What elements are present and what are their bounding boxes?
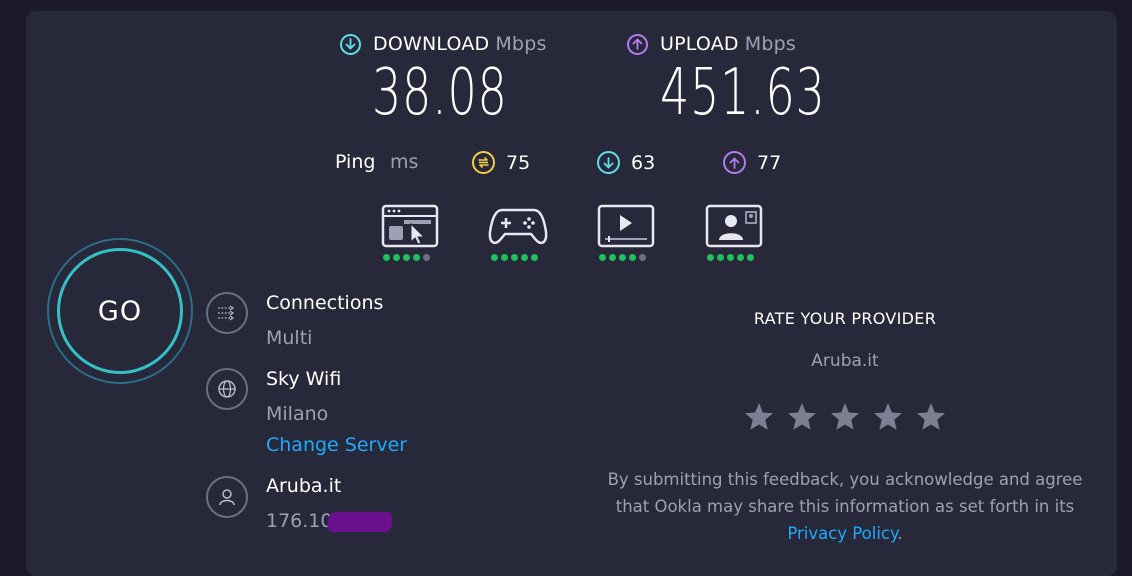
upload-value: 451.63 — [660, 56, 826, 130]
ping-label: Ping — [335, 151, 376, 173]
ping-idle: 75 — [472, 151, 530, 174]
download-value: 38.08 — [372, 56, 508, 130]
rating-dot — [491, 254, 498, 261]
rating-dot — [403, 254, 410, 261]
rating-dot — [737, 254, 744, 261]
ping-unit: ms — [390, 151, 419, 173]
rating-dot — [619, 254, 626, 261]
globe-icon — [206, 368, 248, 410]
rating-dot — [717, 254, 724, 261]
star-icon[interactable] — [743, 401, 775, 433]
rate-title: RATE YOUR PROVIDER — [753, 309, 937, 328]
star-icon[interactable] — [915, 401, 947, 433]
gaming-controller-icon[interactable] — [488, 204, 548, 252]
rating-dot — [413, 254, 420, 261]
rating-dot — [609, 254, 616, 261]
server-name: Sky Wifi — [266, 368, 342, 390]
web-browsing-icon[interactable] — [381, 204, 439, 252]
gaming-rating — [491, 254, 538, 261]
connections-icon — [206, 292, 248, 334]
connections-title: Connections — [266, 292, 384, 314]
user-icon — [206, 476, 248, 518]
upload-unit: Mbps — [744, 33, 796, 55]
rating-dot — [639, 254, 646, 261]
web-browsing-rating — [383, 254, 430, 261]
disclaimer-line-2: that Ookla may share this information as… — [615, 497, 1075, 516]
ping-download-icon — [597, 151, 620, 174]
rating-dot — [393, 254, 400, 261]
go-button[interactable]: GO — [57, 248, 183, 374]
download-header: DOWNLOAD Mbps — [340, 33, 547, 55]
go-button-ring: GO — [47, 238, 193, 384]
rating-dot — [383, 254, 390, 261]
star-rating — [743, 401, 947, 433]
privacy-policy-link[interactable]: Privacy Policy — [787, 524, 897, 543]
provider-name: Aruba.it — [266, 475, 342, 497]
rating-dot — [747, 254, 754, 261]
ping-upload: 77 — [723, 151, 781, 174]
star-icon[interactable] — [786, 401, 818, 433]
ping-download: 63 — [597, 151, 655, 174]
star-icon[interactable] — [829, 401, 861, 433]
rating-dot — [629, 254, 636, 261]
connections-value[interactable]: Multi — [266, 327, 312, 349]
ping-download-value: 63 — [631, 151, 656, 174]
upload-header: UPLOAD Mbps — [627, 33, 796, 55]
download-arrow-icon — [340, 33, 361, 55]
change-server-link[interactable]: Change Server — [266, 434, 407, 456]
upload-label: UPLOAD Mbps — [660, 33, 796, 55]
rating-dot — [521, 254, 528, 261]
rate-provider-name: Aruba.it — [811, 351, 879, 371]
disclaimer-line-1: By submitting this feedback, you acknowl… — [607, 470, 1083, 489]
rating-dot — [727, 254, 734, 261]
server-location: Milano — [266, 403, 329, 425]
video-call-rating — [707, 254, 754, 261]
star-icon[interactable] — [872, 401, 904, 433]
disclaimer: By submitting this feedback, you acknowl… — [585, 466, 1105, 547]
rate-section: RATE YOUR PROVIDER — [590, 309, 1100, 328]
rate-provider-wrap: Aruba.it — [590, 351, 1100, 371]
video-call-icon[interactable] — [705, 204, 763, 252]
rating-dot — [423, 254, 430, 261]
rating-dot — [511, 254, 518, 261]
download-label-text: DOWNLOAD — [373, 33, 490, 55]
ping-upload-icon — [723, 151, 746, 174]
privacy-suffix: . — [897, 524, 903, 543]
ping-idle-icon — [472, 151, 495, 174]
video-streaming-icon[interactable] — [597, 204, 655, 252]
download-label: DOWNLOAD Mbps — [373, 33, 547, 55]
disclaimer-line-3: Privacy Policy. — [585, 520, 1105, 547]
rating-dot — [531, 254, 538, 261]
ping-idle-value: 75 — [506, 151, 531, 174]
download-unit: Mbps — [495, 33, 547, 55]
ip-redaction — [326, 512, 394, 532]
video-streaming-rating — [599, 254, 646, 261]
rating-dot — [599, 254, 606, 261]
upload-label-text: UPLOAD — [660, 33, 739, 55]
ping-upload-value: 77 — [757, 151, 782, 174]
upload-arrow-icon — [627, 33, 648, 55]
rating-dot — [707, 254, 714, 261]
rating-dot — [501, 254, 508, 261]
